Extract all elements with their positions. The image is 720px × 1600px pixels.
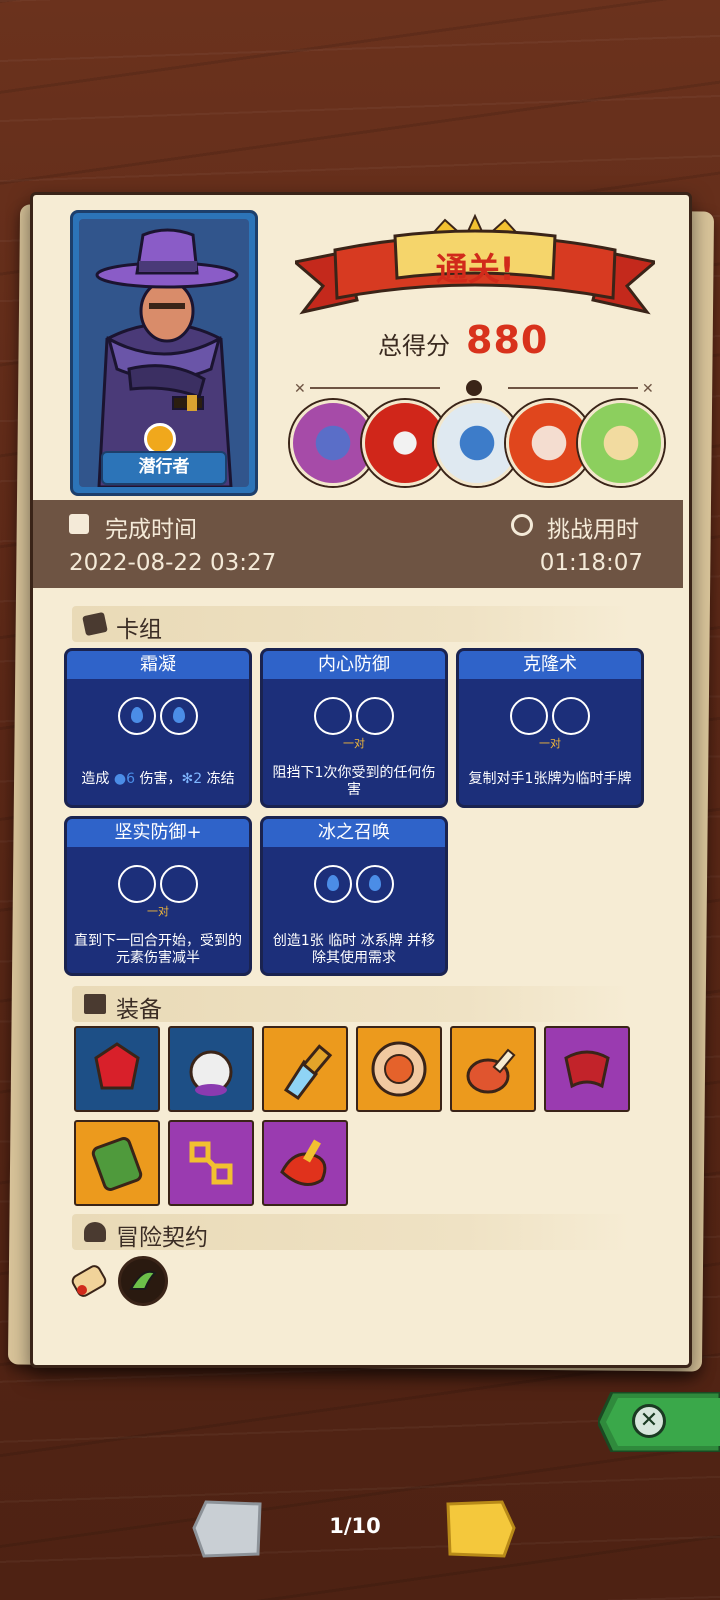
hero-portrait: 潜行者 xyxy=(70,210,258,496)
contract-section-title: 冒险契约 xyxy=(116,1225,208,1251)
round-shield-icon[interactable] xyxy=(356,1026,442,1112)
empty-orb-icon xyxy=(551,697,590,735)
deck-section-header: 卡组 xyxy=(72,606,632,643)
svg-text:✕: ✕ xyxy=(642,381,654,397)
card-inner-defense[interactable]: 内心防御 一对 阻挡下1次你受到的任何伤害 xyxy=(260,648,448,808)
svg-text:✕: ✕ xyxy=(294,381,306,397)
card-frost[interactable]: 霜凝 造成 ●6 伤害，✻2 冻结 xyxy=(64,648,252,808)
card-cost xyxy=(67,697,249,737)
scroll-contract-icon[interactable] xyxy=(66,1256,114,1304)
card-title: 内心防御 xyxy=(263,651,445,679)
challenge-time-label: 挑战用时 xyxy=(547,517,639,543)
card-title: 冰之召唤 xyxy=(263,819,445,847)
contract-section-header: 冒险契约 xyxy=(72,1214,632,1251)
card-solid-defense-plus[interactable]: 坚实防御+ 一对 直到下一回合开始，受到的元素伤害减半 xyxy=(64,816,252,976)
water-orb-icon xyxy=(118,697,157,735)
water-drop-icon: ● xyxy=(113,771,127,787)
close-icon: ✕ xyxy=(632,1404,666,1438)
prev-page-button[interactable] xyxy=(192,1500,262,1558)
cards-icon xyxy=(82,611,108,637)
box-icon xyxy=(84,994,106,1014)
next-page-button[interactable] xyxy=(446,1500,516,1558)
card-cost xyxy=(263,865,445,905)
hero-name: 潜行者 xyxy=(101,451,227,485)
card-title: 克隆术 xyxy=(459,651,641,679)
water-orb-icon xyxy=(355,865,394,903)
green-claw-icon[interactable] xyxy=(118,1256,168,1306)
equipment-section-header: 装备 xyxy=(72,986,632,1023)
water-orb-icon xyxy=(314,865,353,903)
red-scroll-icon[interactable] xyxy=(262,1120,348,1206)
card-ice-summon[interactable]: 冰之召唤 创造1张 临时 冰系牌 并移除其使用需求 xyxy=(260,816,448,976)
empty-orb-icon xyxy=(314,697,353,735)
crystal-dagger-icon[interactable] xyxy=(262,1026,348,1112)
close-button[interactable]: ✕ xyxy=(596,1390,720,1454)
card-description: 直到下一回合开始，受到的元素伤害减半 xyxy=(74,933,242,966)
card-clone[interactable]: 克隆术 一对 复制对手1张牌为临时手牌 xyxy=(456,648,644,808)
complete-time-value: 2022-08-22 03:27 xyxy=(69,550,277,576)
gold-chain-icon[interactable] xyxy=(168,1120,254,1206)
page-indicator: 1/10 xyxy=(329,1514,381,1538)
ruby-gem-icon[interactable] xyxy=(74,1026,160,1112)
card-description: 创造1张 临时 冰系牌 并移除其使用需求 xyxy=(272,933,436,966)
card-title: 霜凝 xyxy=(67,651,249,679)
skull-helmet-icon[interactable] xyxy=(168,1026,254,1112)
card-description: 阻挡下1次你受到的任何伤害 xyxy=(272,765,436,798)
victory-text: 通关! xyxy=(435,250,515,288)
card-pair-label: 一对 xyxy=(147,905,169,918)
empty-orb-icon xyxy=(118,865,157,903)
card-title: 坚实防御+ xyxy=(67,819,249,847)
fang-bracer-icon[interactable] xyxy=(544,1026,630,1112)
card-pair-label: 一对 xyxy=(539,737,561,750)
score-value: 880 xyxy=(466,318,549,362)
ornament-divider: ✕ ✕ xyxy=(294,380,654,397)
person-icon xyxy=(84,1222,106,1242)
card-cost xyxy=(263,697,445,737)
empty-orb-icon xyxy=(355,697,394,735)
complete-time-label: 完成时间 xyxy=(105,517,197,543)
moss-tablet-icon[interactable] xyxy=(74,1120,160,1206)
challenge-time-value: 01:18:07 xyxy=(539,550,643,576)
stopwatch-icon xyxy=(511,514,533,536)
calendar-icon xyxy=(69,514,89,534)
meat-leg-icon[interactable] xyxy=(450,1026,536,1112)
card-description: 造成 ●6 伤害，✻2 冻结 xyxy=(81,771,235,787)
time-panel: 完成时间 挑战用时 2022-08-22 03:27 01:18:07 xyxy=(33,500,683,588)
empty-orb-icon xyxy=(510,697,549,735)
deck-section-title: 卡组 xyxy=(116,617,162,643)
score-label: 总得分 xyxy=(378,332,450,360)
victory-banner: 通关! xyxy=(291,212,659,330)
card-cost xyxy=(459,697,641,737)
equipment-section-title: 装备 xyxy=(116,997,162,1023)
snowflake-icon: ✻ xyxy=(181,771,194,787)
card-cost xyxy=(67,865,249,905)
defeated-bosses xyxy=(288,400,664,486)
boss-green-goddess-icon xyxy=(578,400,664,486)
card-pair-label: 一对 xyxy=(343,737,365,750)
card-description: 复制对手1张牌为临时手牌 xyxy=(468,771,632,787)
empty-orb-icon xyxy=(159,865,198,903)
water-orb-icon xyxy=(159,697,198,735)
